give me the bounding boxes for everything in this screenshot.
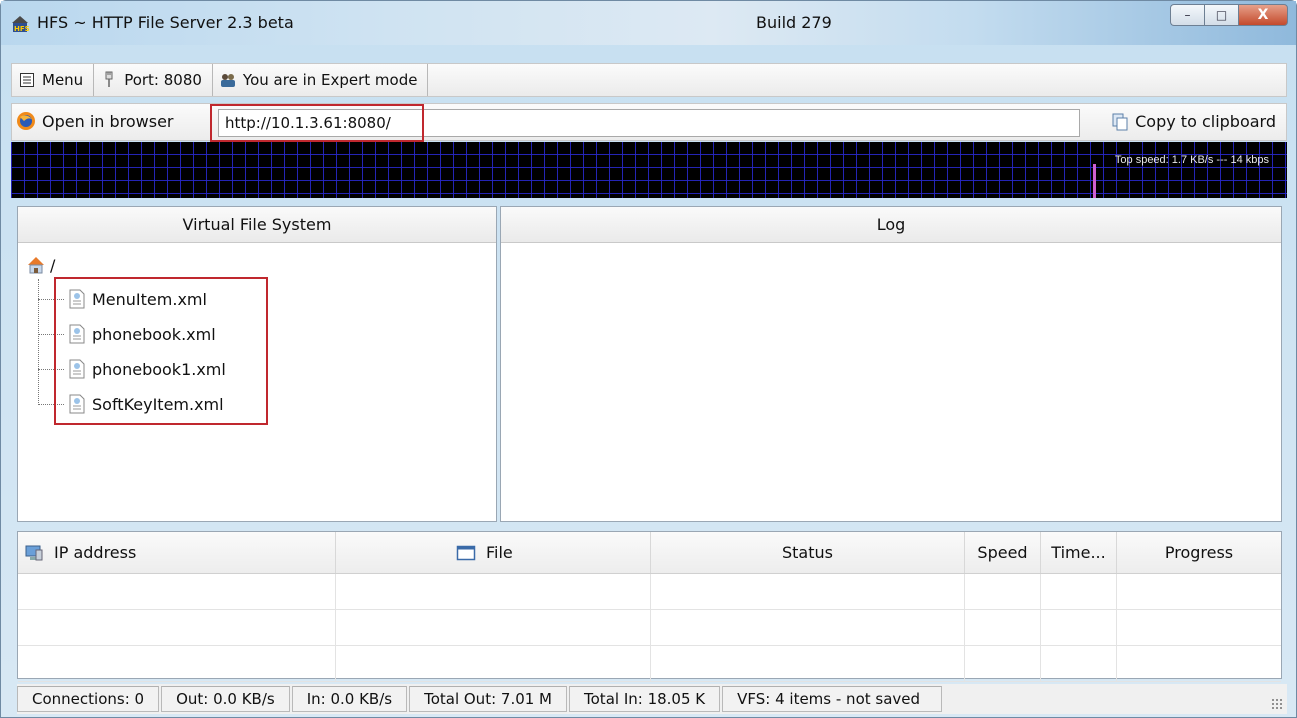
table-row xyxy=(18,610,1281,646)
build-label: Build 279 xyxy=(756,13,832,32)
window-controls: – □ X xyxy=(1170,4,1288,26)
vfs-header: Virtual File System xyxy=(18,207,496,243)
speed-graph-spike xyxy=(1093,164,1096,198)
tree-item[interactable]: phonebook1.xml xyxy=(38,359,226,379)
xml-file-icon xyxy=(68,289,86,309)
file-window-icon xyxy=(456,544,476,562)
close-button[interactable]: X xyxy=(1238,4,1288,26)
mode-label: You are in Expert mode xyxy=(242,71,418,89)
status-total-out: Total Out: 7.01 M xyxy=(409,686,568,712)
url-bar: Open in browser Copy to clipboard xyxy=(11,103,1287,142)
maximize-button[interactable]: □ xyxy=(1204,4,1238,26)
copy-label: Copy to clipboard xyxy=(1135,112,1276,131)
open-in-browser-button[interactable]: Open in browser xyxy=(16,111,174,131)
status-connections: Connections: 0 xyxy=(17,686,160,712)
clipboard-icon xyxy=(1111,113,1129,131)
column-file[interactable]: File xyxy=(336,532,651,573)
menu-icon xyxy=(18,71,36,89)
column-label: Status xyxy=(782,543,833,562)
status-total-in: Total In: 18.05 K xyxy=(569,686,721,712)
column-progress[interactable]: Progress xyxy=(1117,532,1281,573)
file-name: phonebook.xml xyxy=(92,324,216,344)
table-row xyxy=(18,574,1281,610)
menu-button[interactable]: Menu xyxy=(12,64,95,96)
resize-grip[interactable] xyxy=(1271,698,1283,710)
xml-file-icon xyxy=(68,324,86,344)
tree-item[interactable]: phonebook.xml xyxy=(38,324,216,344)
status-in: In: 0.0 KB/s xyxy=(291,686,408,712)
port-icon xyxy=(100,71,118,89)
log-panel[interactable]: Log xyxy=(500,206,1282,522)
url-input[interactable] xyxy=(218,109,1080,137)
file-name: phonebook1.xml xyxy=(92,359,226,379)
open-in-browser-label: Open in browser xyxy=(42,111,174,131)
copy-to-clipboard-button[interactable]: Copy to clipboard xyxy=(1111,112,1276,131)
connections-header: IP address File Status Speed Time... Pro… xyxy=(18,532,1281,574)
svg-text:HFS: HFS xyxy=(14,25,30,33)
log-header: Log xyxy=(501,207,1281,243)
column-label: Time... xyxy=(1051,543,1106,562)
top-speed-label: Top speed: 1.7 KB/s --- 14 kbps xyxy=(1114,154,1269,166)
column-label: Progress xyxy=(1164,543,1234,562)
virtual-file-system-panel[interactable]: Virtual File System / MenuItem.xml phone… xyxy=(17,206,497,522)
window-title: HFS ~ HTTP File Server 2.3 beta xyxy=(37,13,294,32)
port-label: Port: 8080 xyxy=(124,71,202,89)
column-status[interactable]: Status xyxy=(651,532,965,573)
file-name: MenuItem.xml xyxy=(92,289,207,309)
xml-file-icon xyxy=(68,394,86,414)
column-label: File xyxy=(486,543,513,562)
computer-icon xyxy=(24,544,44,562)
connections-table[interactable]: IP address File Status Speed Time... Pro… xyxy=(17,531,1282,682)
app-window: HFS HFS ~ HTTP File Server 2.3 beta Buil… xyxy=(0,0,1297,718)
home-icon xyxy=(26,255,46,275)
xml-file-icon xyxy=(68,359,86,379)
expert-mode-icon xyxy=(219,71,237,89)
speed-graph: Top speed: 1.7 KB/s --- 14 kbps xyxy=(11,142,1287,198)
column-time[interactable]: Time... xyxy=(1041,532,1117,573)
column-ip-address[interactable]: IP address xyxy=(18,532,336,573)
menu-label: Menu xyxy=(42,71,84,89)
column-speed[interactable]: Speed xyxy=(965,532,1041,573)
port-button[interactable]: Port: 8080 xyxy=(94,64,213,96)
vfs-root-label: / xyxy=(50,255,56,275)
status-bar: Connections: 0 Out: 0.0 KB/s In: 0.0 KB/… xyxy=(17,684,1287,714)
vfs-root[interactable]: / xyxy=(26,255,55,275)
minimize-button[interactable]: – xyxy=(1170,4,1204,26)
tree-item[interactable]: SoftKeyItem.xml xyxy=(38,394,224,414)
main-toolbar: Menu Port: 8080 You are in Expert mode xyxy=(11,63,1287,97)
title-bar[interactable]: HFS HFS ~ HTTP File Server 2.3 beta Buil… xyxy=(1,1,1296,45)
tree-item[interactable]: MenuItem.xml xyxy=(38,289,207,309)
hfs-app-icon: HFS xyxy=(9,13,31,35)
table-row xyxy=(18,646,1281,682)
file-name: SoftKeyItem.xml xyxy=(92,394,224,414)
browser-icon xyxy=(16,111,36,131)
status-out: Out: 0.0 KB/s xyxy=(161,686,290,712)
column-label: Speed xyxy=(977,543,1028,562)
expert-mode-button[interactable]: You are in Expert mode xyxy=(213,64,429,96)
status-vfs: VFS: 4 items - not saved xyxy=(722,686,943,712)
column-label: IP address xyxy=(54,543,137,562)
